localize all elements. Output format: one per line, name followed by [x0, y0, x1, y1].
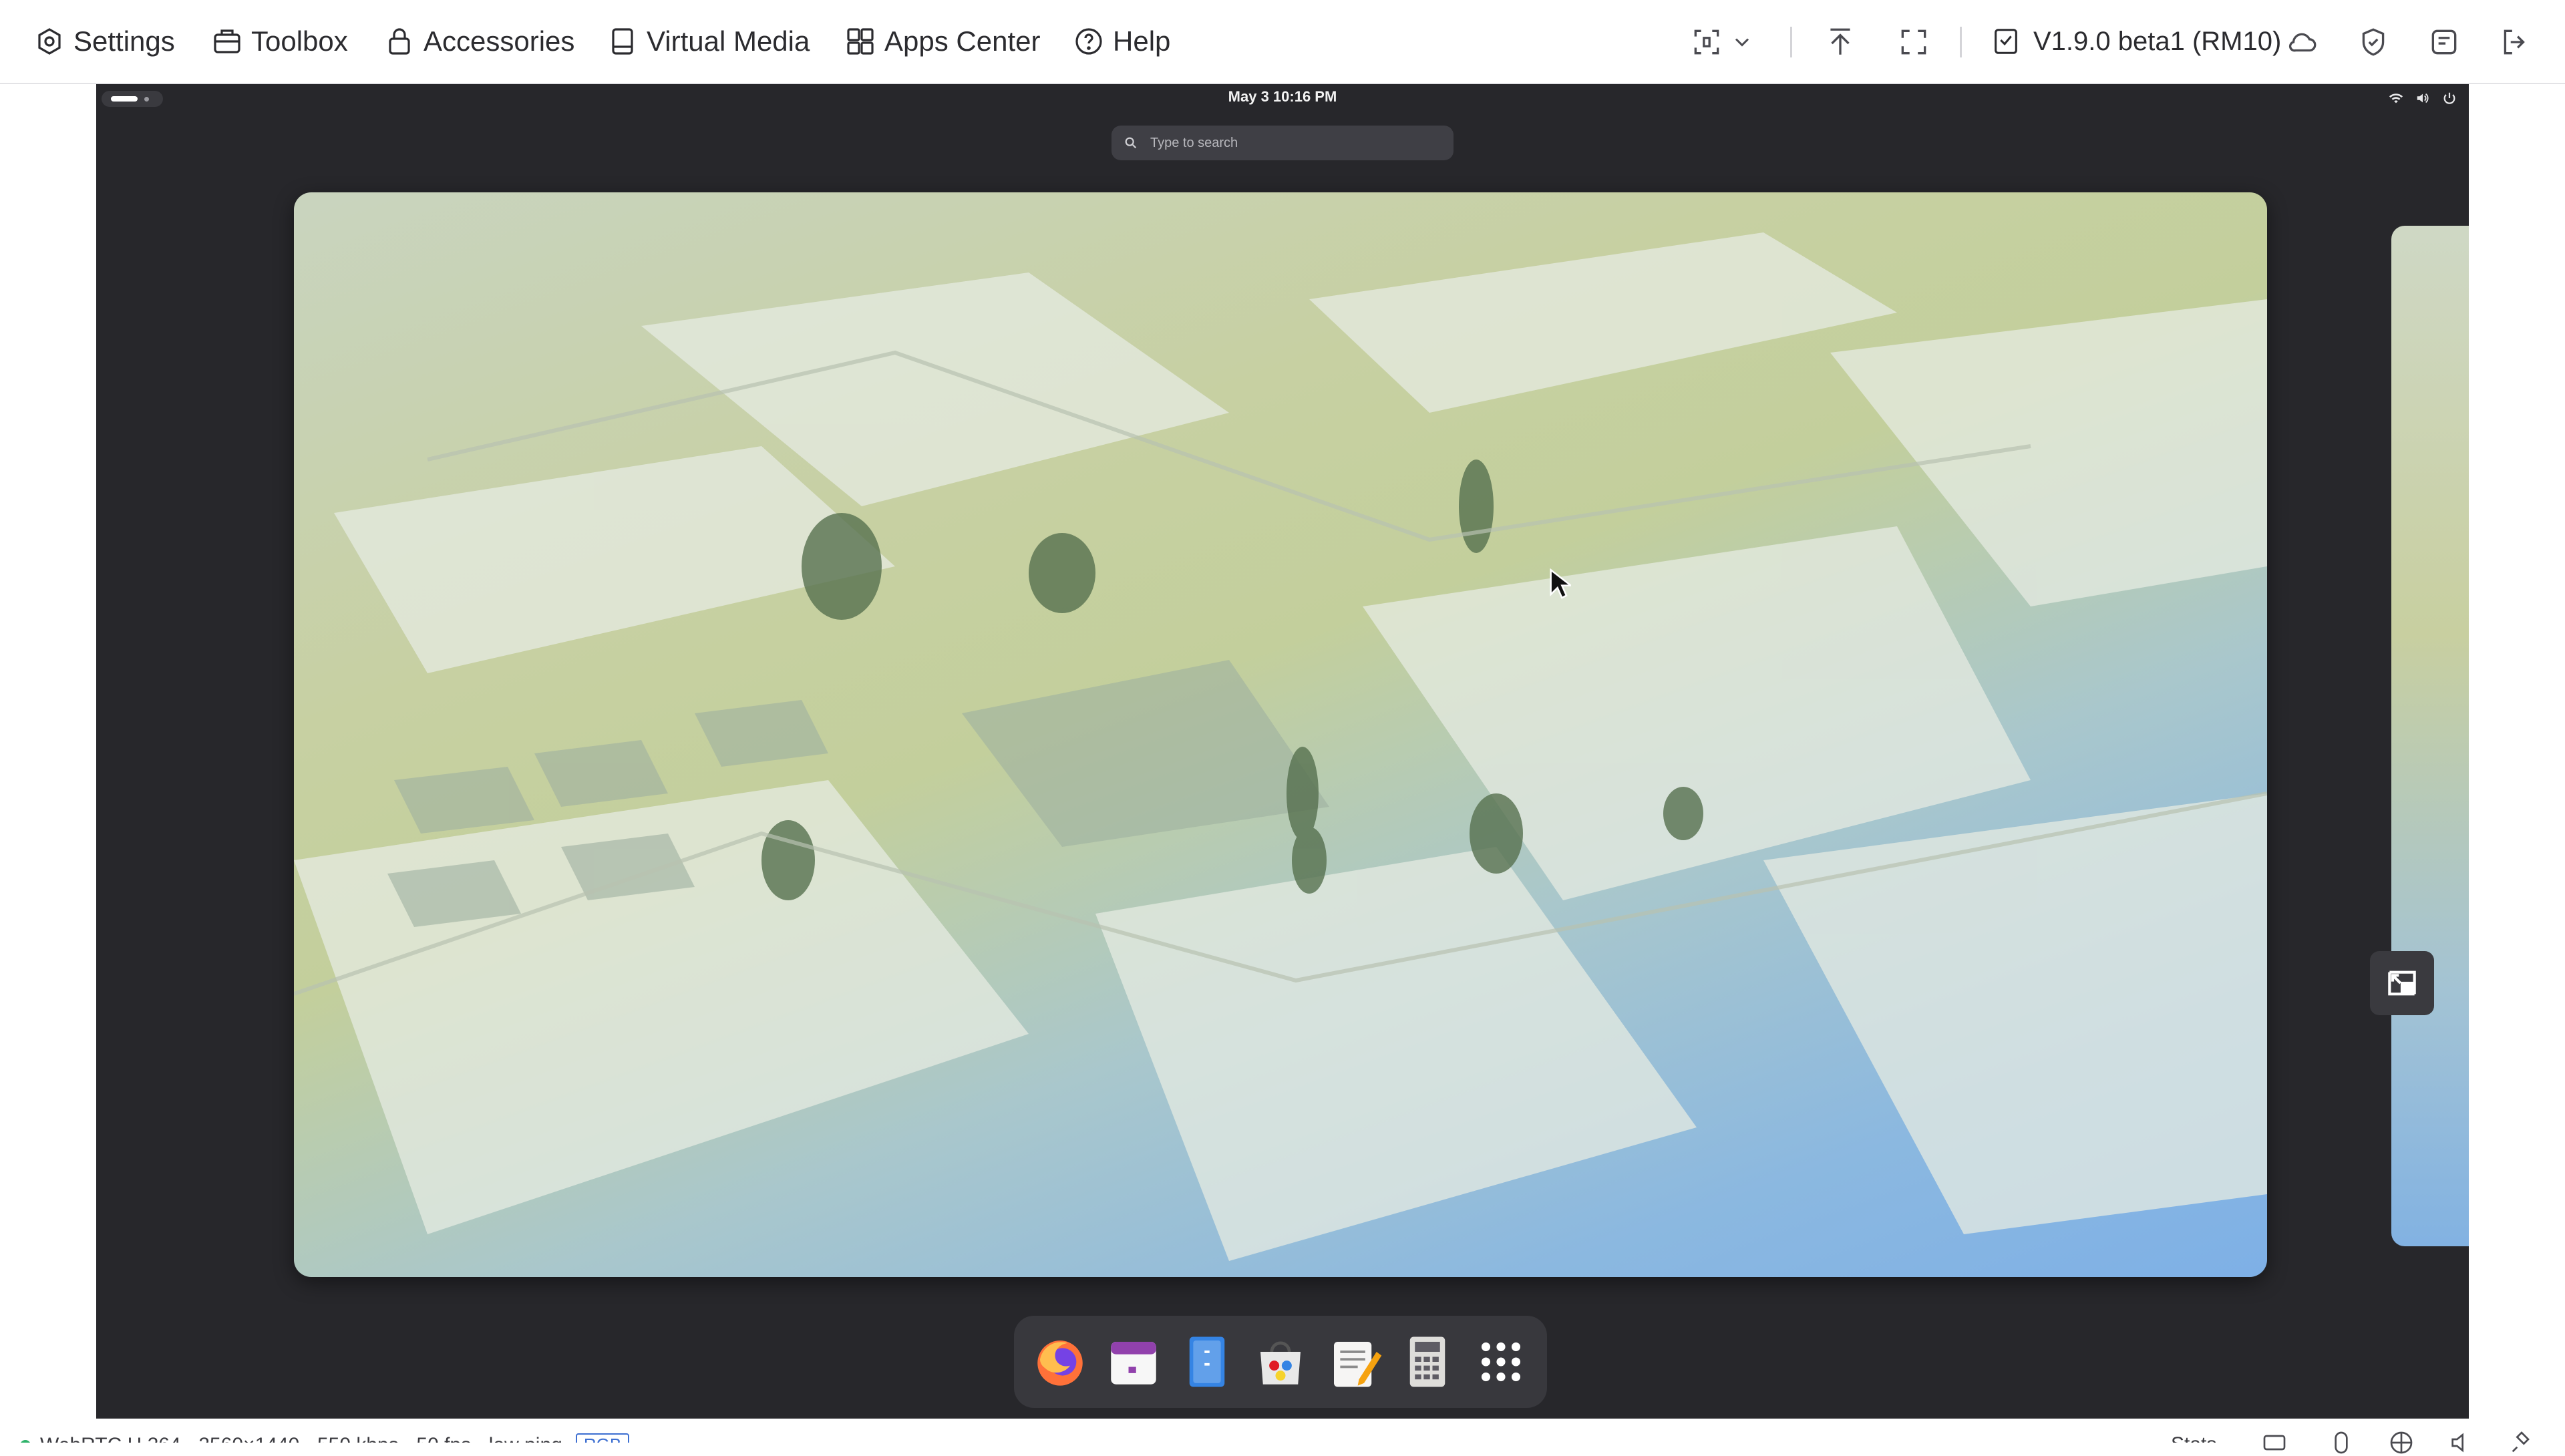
- show-apps-icon[interactable]: [1471, 1332, 1531, 1392]
- screen-mode-icon[interactable]: [1690, 25, 1723, 59]
- stats-label[interactable]: Stats: [2171, 1433, 2216, 1443]
- logout-icon[interactable]: [2498, 25, 2532, 59]
- firefox-icon[interactable]: [1030, 1332, 1090, 1392]
- wallpaper-image: [294, 232, 2267, 1261]
- accessories-label: Accessories: [423, 25, 575, 57]
- search-input[interactable]: [1149, 134, 1432, 152]
- toolbar-divider: [1790, 27, 1792, 57]
- keyboard-icon[interactable]: [2261, 1429, 2288, 1456]
- help-label: Help: [1113, 25, 1171, 57]
- software-icon[interactable]: [1250, 1332, 1311, 1392]
- apps-center-menu[interactable]: Apps Center: [844, 0, 1040, 83]
- connection-info: WebRTC H.264 · 2560×1440 · 550 kbps · 50…: [20, 1433, 630, 1443]
- volume-icon: [2415, 91, 2430, 106]
- toolbox-menu[interactable]: Toolbox: [211, 0, 348, 83]
- toolbox-label: Toolbox: [251, 25, 348, 57]
- search-icon: [1125, 137, 1137, 149]
- restart-icon[interactable]: [2427, 25, 2461, 59]
- wifi-icon: [2389, 91, 2403, 106]
- apps-center-label: Apps Center: [884, 25, 1041, 57]
- cloud-icon[interactable]: [2286, 25, 2319, 59]
- apps-grid-icon: [847, 28, 874, 55]
- next-workspace-thumbnail[interactable]: [2391, 226, 2469, 1246]
- connection-status-dot: [20, 1439, 31, 1443]
- workspace-thumbnail[interactable]: [294, 192, 2267, 1277]
- mouse-icon[interactable]: [2328, 1429, 2355, 1456]
- lock-icon: [389, 28, 410, 55]
- calculator-icon[interactable]: [1397, 1332, 1458, 1392]
- mouse-cursor-icon: [1550, 568, 1571, 599]
- toolbox-icon: [214, 29, 240, 53]
- power-icon: [2442, 91, 2457, 106]
- pin-icon[interactable]: [2508, 1429, 2535, 1456]
- firmware-icon: [1995, 29, 2017, 54]
- help-icon: [1075, 28, 1102, 55]
- files-icon[interactable]: [1177, 1332, 1237, 1392]
- speaker-icon[interactable]: [2448, 1429, 2475, 1456]
- virtual-media-label: Virtual Media: [647, 25, 810, 57]
- color-format-tag: RGB: [575, 1433, 630, 1443]
- drive-icon: [612, 28, 633, 55]
- settings-label: Settings: [73, 25, 175, 57]
- system-tray[interactable]: [2389, 91, 2457, 106]
- toolbar-divider: [1960, 27, 1962, 57]
- fullscreen-icon[interactable]: [1897, 25, 1930, 59]
- shield-icon[interactable]: [2357, 25, 2390, 59]
- help-menu[interactable]: Help: [1073, 0, 1170, 83]
- remote-screen[interactable]: May 3 10:16 PM: [96, 84, 2469, 1419]
- search-bar[interactable]: [1112, 126, 1454, 160]
- settings-icon: [38, 28, 61, 55]
- clock[interactable]: May 3 10:16 PM: [96, 88, 2469, 106]
- chevron-down-icon[interactable]: [1730, 25, 1754, 59]
- app-dock: [1014, 1316, 1547, 1408]
- version-label: V1.9.0 beta1 (RM10): [2033, 26, 2282, 56]
- stream-info: WebRTC H.264 · 2560×1440 · 550 kbps · 50…: [40, 1434, 562, 1443]
- status-bar: WebRTC H.264 · 2560×1440 · 550 kbps · 50…: [0, 1419, 2565, 1443]
- gnome-top-bar: May 3 10:16 PM: [96, 84, 2469, 114]
- text-editor-icon[interactable]: [1324, 1332, 1384, 1392]
- settings-menu[interactable]: Settings: [33, 0, 175, 83]
- top-toolbar: Settings Toolbox Accessories Virtual Med…: [0, 0, 2565, 84]
- calendar-icon[interactable]: [1103, 1332, 1164, 1392]
- picture-in-picture-button[interactable]: [2370, 951, 2434, 1015]
- virtual-media-menu[interactable]: Virtual Media: [607, 0, 810, 83]
- version-button[interactable]: V1.9.0 beta1 (RM10): [1991, 0, 2281, 83]
- accessories-menu[interactable]: Accessories: [383, 0, 574, 83]
- picture-in-picture-icon: [2388, 970, 2416, 996]
- globe-icon[interactable]: [2388, 1429, 2415, 1456]
- upload-icon[interactable]: [1824, 25, 1857, 59]
